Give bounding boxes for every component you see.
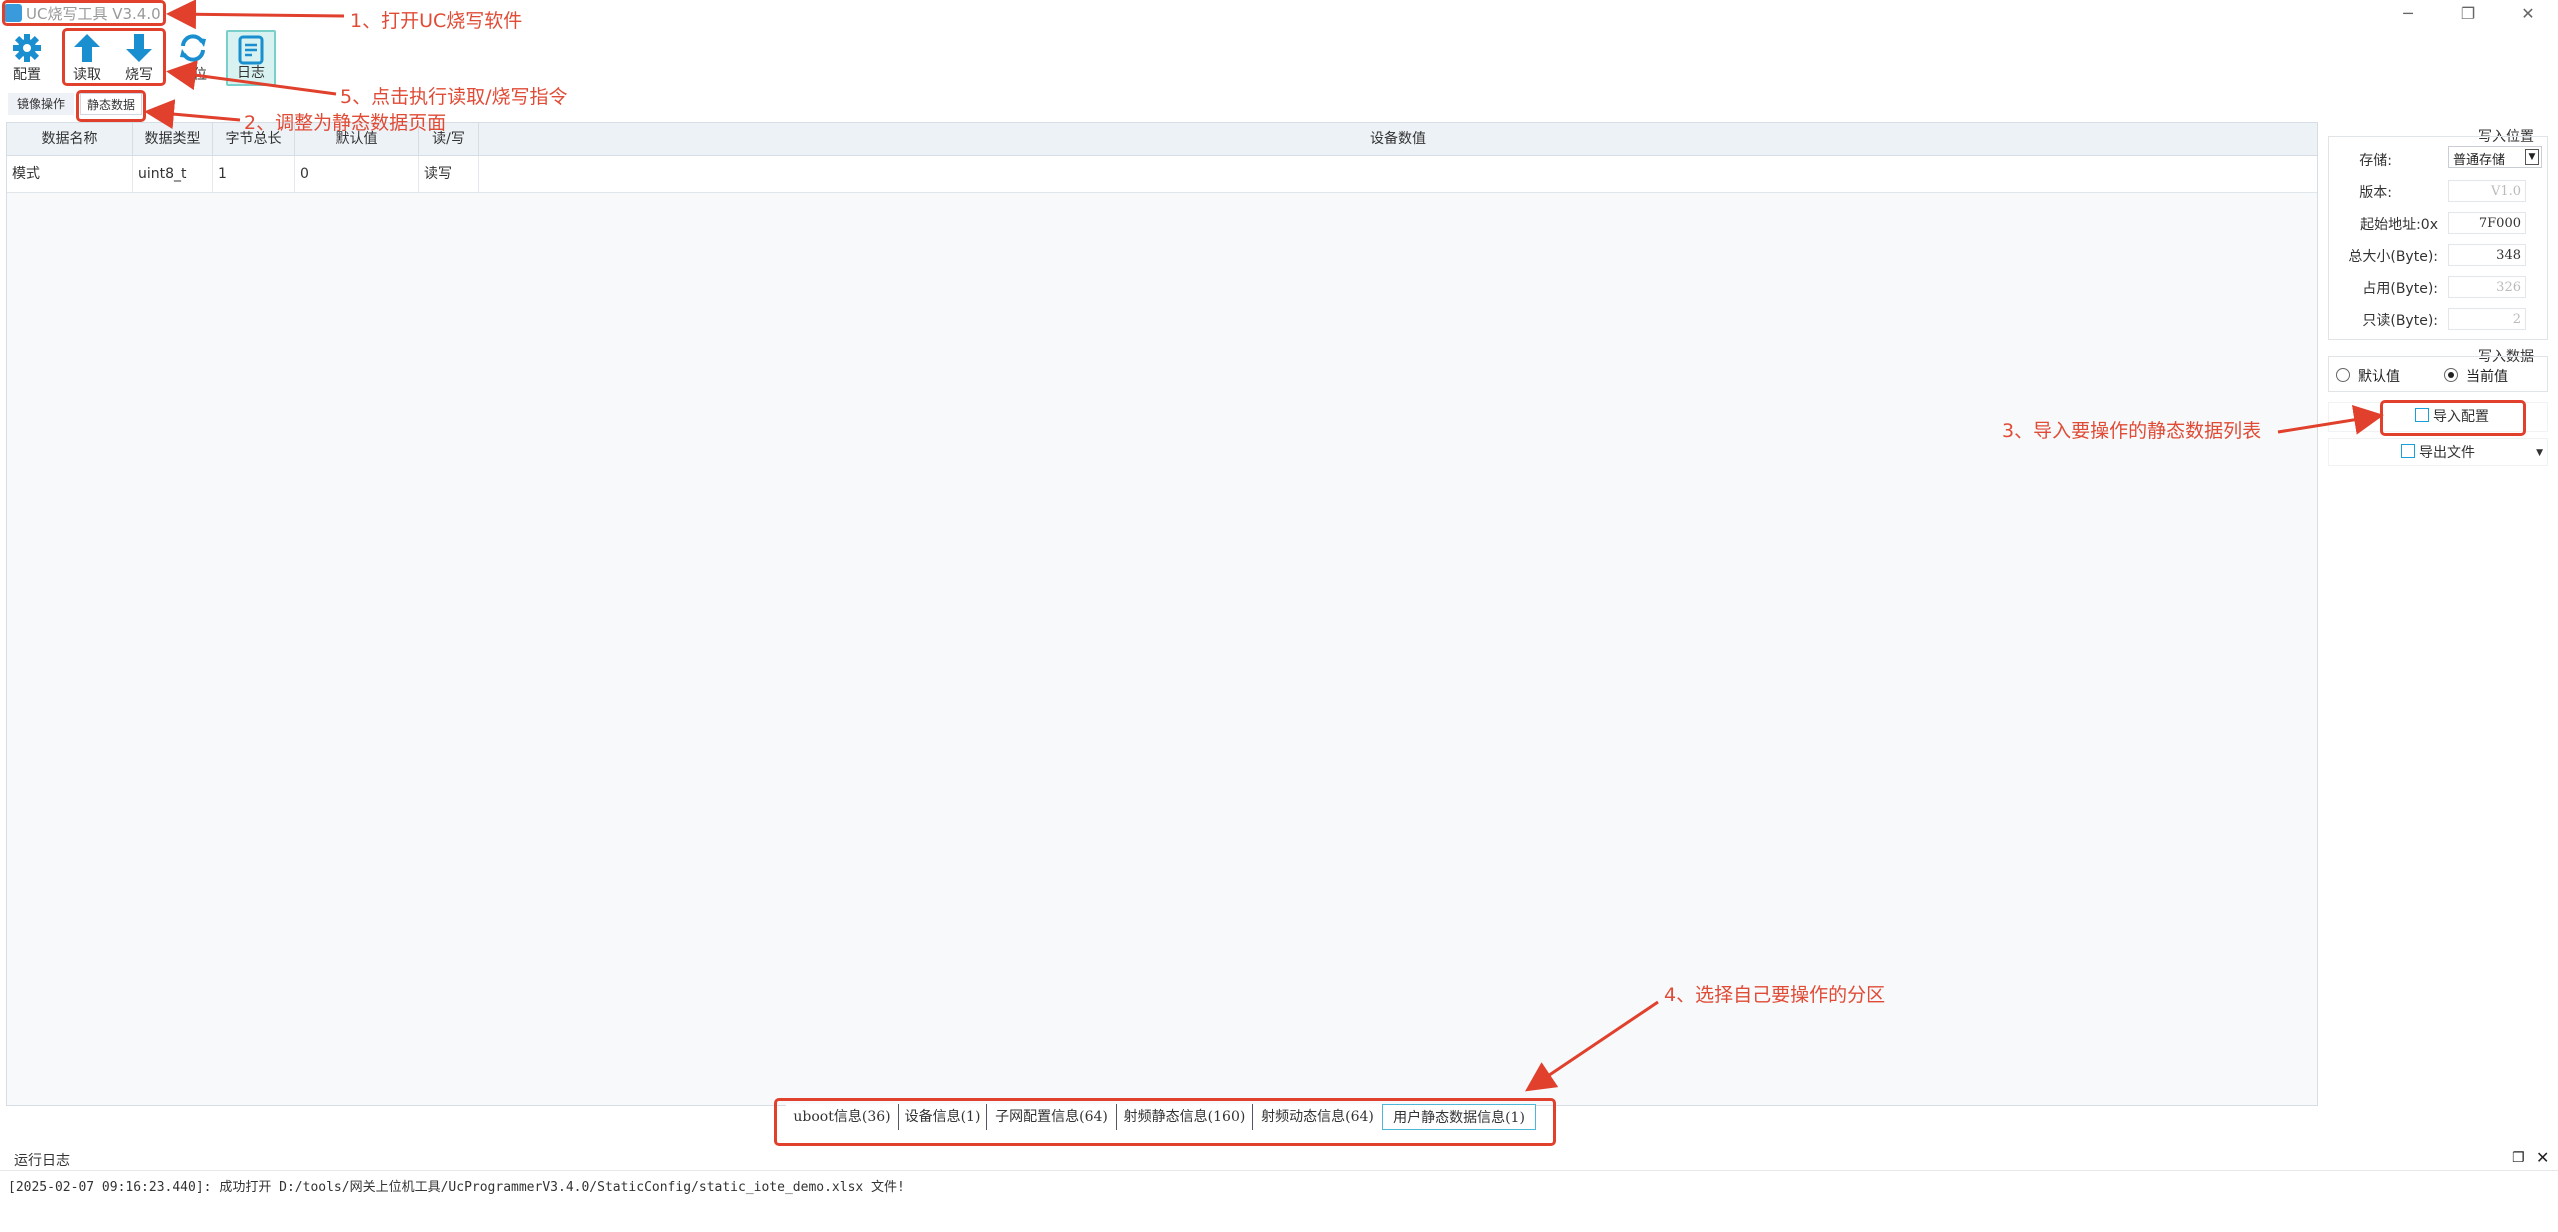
close-button[interactable]: ✕: [2508, 3, 2548, 25]
annotation-box-title: [2, 0, 166, 26]
log-toggle-button[interactable]: 日志: [226, 30, 276, 86]
readonly-size-field: 2: [2448, 308, 2526, 330]
cell-type: uint8_t: [133, 156, 213, 192]
log-close-icon[interactable]: ✕: [2536, 1148, 2549, 1167]
column-header[interactable]: 设备数值: [479, 123, 2317, 155]
chevron-down-icon: ▼: [2525, 149, 2539, 165]
used-size-label: 占用(Byte):: [2362, 281, 2438, 297]
storage-label: 存储:: [2359, 153, 2392, 169]
table-row[interactable]: 模式 uint8_t 1 0 读写: [7, 156, 2317, 193]
readonly-size-label: 只读(Byte):: [2362, 313, 2438, 329]
refresh-icon: [180, 34, 206, 62]
export-icon: [2401, 444, 2415, 458]
total-size-field[interactable]: 348: [2448, 244, 2526, 266]
annotation-step2: 2、调整为静态数据页面: [244, 112, 447, 134]
total-size-label: 总大小(Byte):: [2348, 249, 2438, 265]
export-file-label: 导出文件: [2419, 445, 2475, 461]
annotation-box-partitions: [774, 1098, 1556, 1146]
log-line: [2025-02-07 09:16:23.440]: 成功打开 D:/tools…: [8, 1180, 905, 1195]
current-value-label: 当前值: [2466, 369, 2508, 385]
reset-button[interactable]: 复位: [168, 30, 218, 86]
log-float-icon[interactable]: ❐: [2512, 1150, 2525, 1166]
arrow-step2: [144, 99, 241, 130]
storage-select-value: 普通存储: [2453, 153, 2506, 168]
gear-icon: [13, 34, 41, 62]
restore-button[interactable]: ❐: [2448, 3, 2488, 25]
annotation-step3: 3、导入要操作的静态数据列表: [2002, 420, 2262, 442]
start-address-field[interactable]: 7F000: [2448, 212, 2526, 234]
start-address-label: 起始地址:0x: [2360, 217, 2438, 233]
cell-default: 0: [295, 156, 419, 192]
config-label: 配置: [13, 67, 41, 83]
reset-label: 复位: [179, 67, 207, 83]
log-divider: [0, 1170, 2558, 1171]
default-value-radio[interactable]: [2336, 368, 2350, 382]
annotation-step4: 4、选择自己要操作的分区: [1664, 984, 1886, 1006]
column-header[interactable]: 数据类型: [133, 123, 213, 155]
version-label: 版本:: [2359, 185, 2392, 201]
cell-name: 模式: [7, 156, 133, 192]
export-file-button[interactable]: 导出文件 ▼: [2328, 438, 2548, 466]
annotation-box-static-tab: [76, 90, 146, 122]
annotation-box-read-write: [62, 28, 166, 86]
cell-length: 1: [213, 156, 295, 192]
log-label: 日志: [237, 65, 265, 81]
version-field: V1.0: [2448, 180, 2526, 202]
chevron-down-icon[interactable]: ▼: [2536, 439, 2543, 467]
annotation-step5: 5、点击执行读取/烧写指令: [340, 86, 568, 108]
column-header[interactable]: 数据名称: [7, 123, 133, 155]
current-value-radio[interactable]: [2444, 368, 2458, 382]
cell-rw: 读写: [419, 156, 479, 192]
annotation-step1: 1、打开UC烧写软件: [350, 10, 523, 32]
data-grid: 数据名称 数据类型 字节总长 默认值 读/写 设备数值 模式 uint8_t 1…: [6, 122, 2318, 1106]
annotation-box-import: [2380, 400, 2526, 436]
default-value-label: 默认值: [2358, 369, 2400, 385]
cell-device-value[interactable]: [479, 156, 2317, 192]
config-button[interactable]: 配置: [2, 30, 52, 86]
used-size-field: 326: [2448, 276, 2526, 298]
tab-image-operation[interactable]: 镜像操作: [8, 93, 74, 115]
minimize-button[interactable]: ─: [2388, 3, 2428, 25]
log-panel-title: 运行日志: [14, 1153, 70, 1169]
storage-select[interactable]: 普通存储 ▼: [2448, 146, 2542, 168]
